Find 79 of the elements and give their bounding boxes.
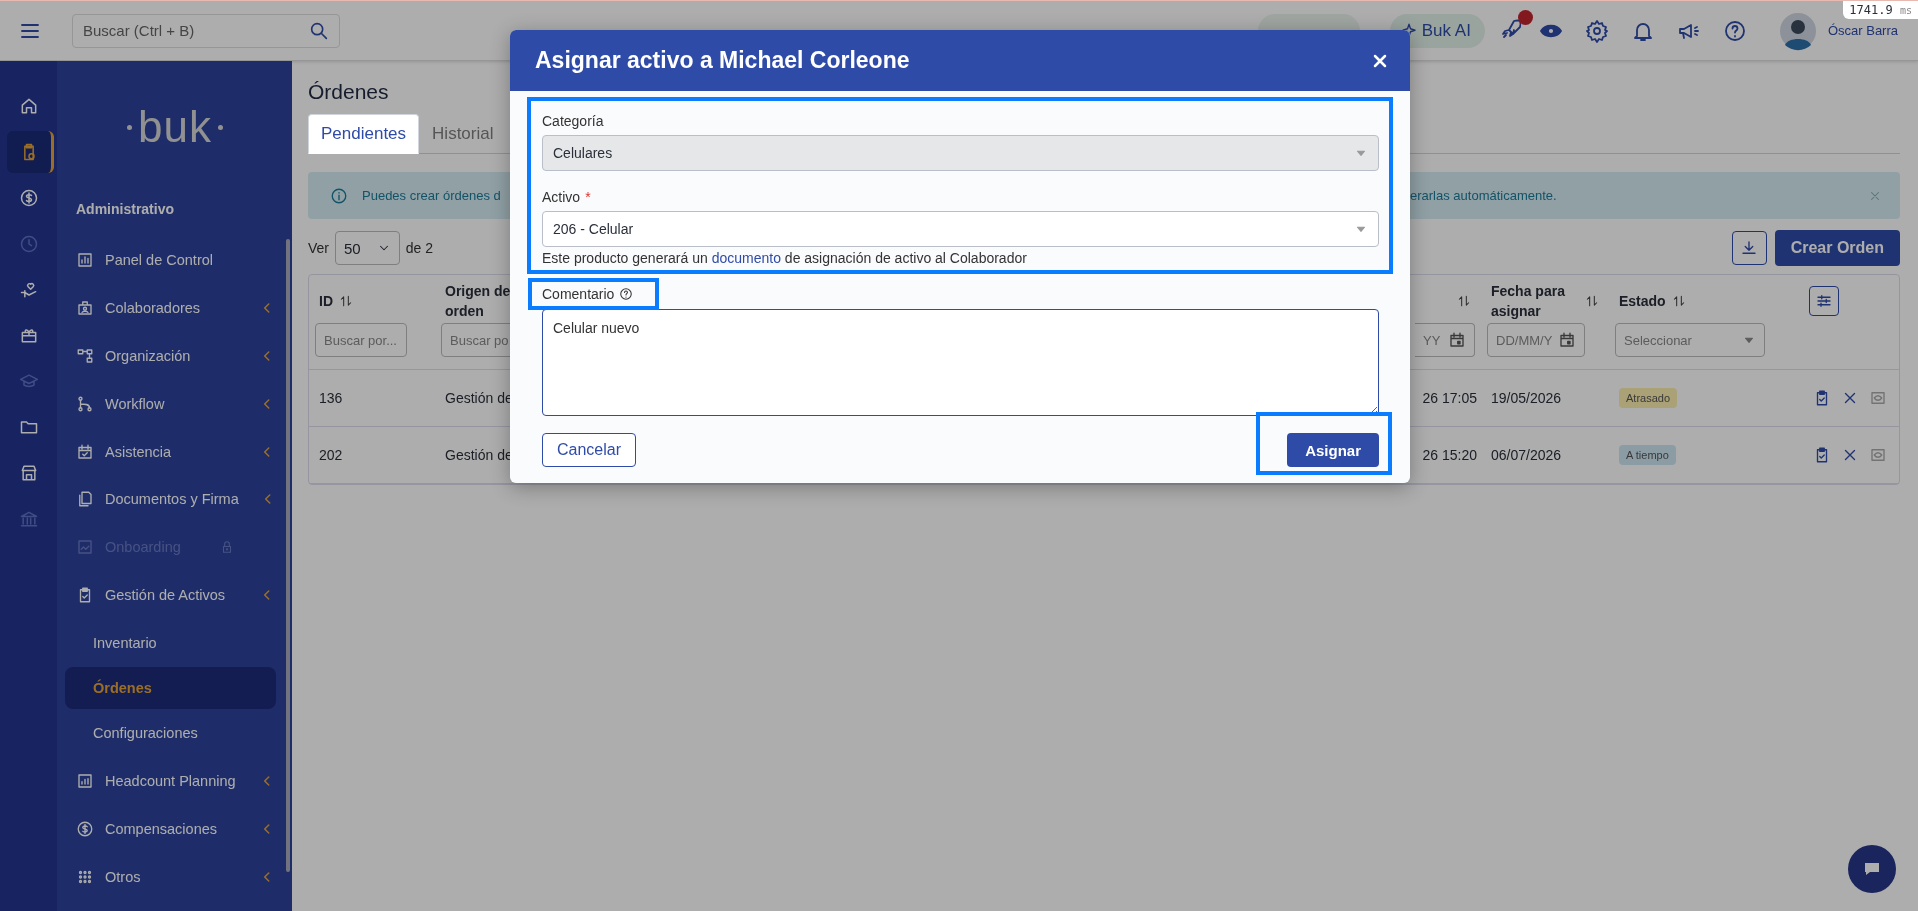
column-header[interactable]: Fecha para asignar: [1491, 281, 1579, 321]
calendar-icon: [1558, 331, 1576, 349]
cancel-button[interactable]: Cancelar: [542, 433, 637, 467]
table-cell: 136: [309, 370, 435, 427]
id-card-icon: [76, 298, 94, 317]
filter-field[interactable]: Buscar por...: [315, 323, 407, 357]
chart-icon: [76, 771, 94, 790]
settings-icon[interactable]: [1584, 18, 1609, 43]
dollar-icon: [76, 819, 94, 838]
sidebar-item[interactable]: Compensaciones: [57, 804, 292, 853]
rail-item[interactable]: [7, 130, 54, 173]
calendar-check-icon: [76, 442, 94, 461]
column-header[interactable]: Estado: [1619, 291, 1666, 311]
status-badge: A tiempo: [1619, 445, 1676, 465]
table-cell: 06/07/2026: [1481, 427, 1609, 484]
sliders-icon: [1815, 292, 1833, 310]
status-select[interactable]: Seleccionar: [1615, 323, 1765, 357]
comment-field[interactable]: Celular nuevo: [542, 309, 1379, 416]
assign-button[interactable]: Asignar: [1287, 433, 1379, 467]
calendar-icon: [1448, 331, 1466, 349]
sort-icon[interactable]: [1585, 294, 1599, 308]
image-icon: [76, 538, 94, 557]
document-link[interactable]: documento: [711, 250, 781, 266]
dialog-title: Asignar activo a Michael Corleone: [535, 47, 910, 74]
sidebar-item[interactable]: Otros: [57, 852, 292, 901]
column-header[interactable]: ID: [319, 291, 333, 311]
helper-text: Este producto generará un documento de asignación de activo al Colaborador: [542, 250, 1028, 266]
page-size-select[interactable]: 50: [335, 231, 400, 265]
chat-button[interactable]: [1848, 845, 1896, 893]
required-mark: *: [585, 189, 591, 205]
asset-select[interactable]: 206 - Celular: [542, 211, 1379, 247]
section-title: Administrativo: [75, 200, 174, 219]
sidebar-item[interactable]: Colaboradores: [57, 283, 292, 332]
create-order-button[interactable]: Crear Orden: [1774, 230, 1900, 266]
org-chart-icon: [76, 346, 94, 365]
chart-icon: [76, 250, 94, 269]
sort-icon[interactable]: [339, 294, 353, 308]
table-cell: 202: [309, 427, 435, 484]
field-label: Activo: [542, 188, 581, 207]
banner-text: Puedes crear órdenes d: [362, 188, 502, 203]
sidebar-subitem[interactable]: Configuraciones: [65, 712, 276, 755]
avatar[interactable]: [1777, 10, 1818, 51]
date-filter-field[interactable]: DD/MM/Y: [1487, 323, 1585, 357]
field-label: Comentario: [542, 285, 615, 304]
page-size-label: Ver: [308, 240, 329, 256]
page-title: Órdenes: [308, 80, 389, 104]
download-button[interactable]: [1731, 231, 1767, 265]
download-icon: [1740, 239, 1759, 257]
sort-icon[interactable]: [1671, 294, 1686, 308]
user-name[interactable]: Óscar Barra: [1827, 23, 1898, 38]
sidebar-item[interactable]: Asistencia: [57, 427, 292, 476]
sidebar-item[interactable]: Documentos y Firma: [57, 475, 292, 524]
date-filter-field[interactable]: YY: [1415, 323, 1475, 357]
help-icon[interactable]: [619, 287, 634, 301]
sort-icon[interactable]: [1457, 294, 1471, 308]
help-icon[interactable]: [1722, 18, 1747, 43]
sidebar-item[interactable]: Gestión de Activos: [57, 571, 292, 620]
documents-icon: [76, 490, 94, 509]
columns-button[interactable]: [1809, 286, 1839, 316]
sidebar-item[interactable]: Headcount Planning: [57, 757, 292, 805]
ai-button[interactable]: Buk AI: [1389, 13, 1485, 48]
sidebar-item[interactable]: Panel de Control: [57, 236, 292, 284]
sidebar-subitem[interactable]: Inventario: [65, 622, 276, 665]
timing-badge: 1741.9 ms: [1843, 1, 1918, 19]
page-count: de 2: [405, 240, 433, 256]
tab[interactable]: Pendientes: [308, 114, 420, 154]
logo[interactable]: buk: [127, 101, 223, 153]
scrollbar[interactable]: [286, 239, 290, 872]
banner-text: erarlas automáticamente.: [1410, 188, 1557, 203]
status-badge: Atrasado: [1619, 388, 1678, 408]
sidebar-subitem[interactable]: Órdenes: [65, 667, 276, 710]
sidebar-item[interactable]: Organización: [57, 331, 292, 380]
tab[interactable]: Historial: [419, 114, 507, 154]
sidebar-item[interactable]: Workflow: [57, 379, 292, 428]
field-label: Categoría: [542, 112, 604, 131]
branch-icon: [76, 394, 94, 413]
info-icon: [330, 186, 348, 205]
table-cell: 19/05/2026: [1481, 370, 1609, 427]
search-field[interactable]: Buscar (Ctrl + B): [72, 13, 340, 48]
